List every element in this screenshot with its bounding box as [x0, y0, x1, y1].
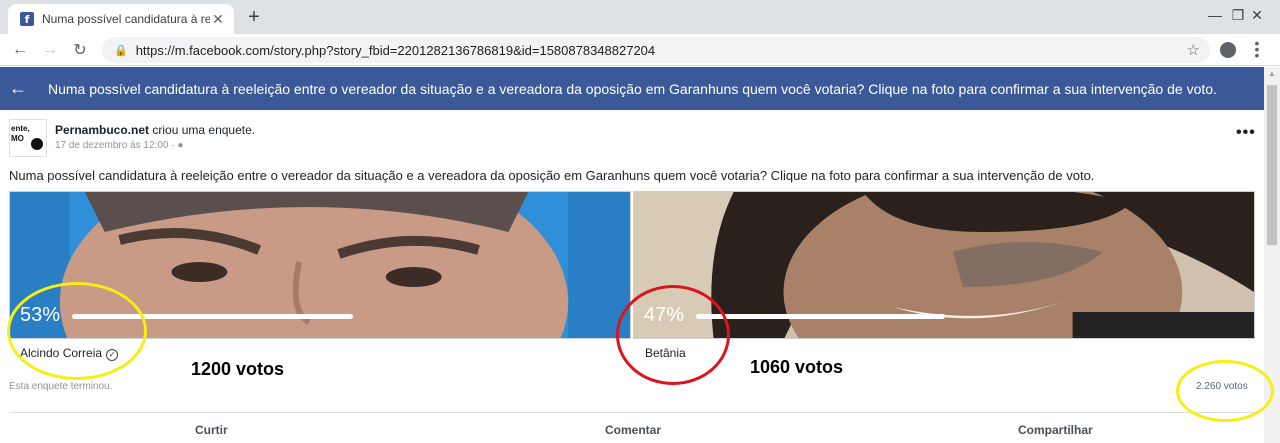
scroll-up-icon[interactable]: ▲: [1268, 69, 1276, 78]
option-2-votes-annotation: 1060 votos: [750, 357, 844, 377]
poll-status: Esta enquete terminou.: [9, 381, 113, 392]
back-arrow-icon[interactable]: ←: [8, 38, 32, 62]
poll-post: ente, MO Pernambuco.net criou uma enquet…: [0, 110, 1274, 443]
browser-toolbar: ← → ↻ 🔒 https://m.facebook.com/story.php…: [0, 34, 1280, 66]
header-title: Numa possível candidatura à reeleição en…: [48, 80, 1217, 97]
post-meta: 17 de dezembro às 12:00 · ●: [55, 140, 183, 151]
yellow-annotation-circle-left: [7, 282, 147, 380]
browser-menu-icon[interactable]: • • •: [1252, 36, 1262, 62]
browser-tab[interactable]: f Numa possível candidatura à ree ✕: [8, 4, 234, 34]
tab-close-icon[interactable]: ✕: [210, 11, 226, 28]
account-icon[interactable]: [1220, 42, 1236, 58]
url-text: https://m.facebook.com/story.php?story_f…: [135, 42, 656, 58]
avatar-logo-dot: [31, 138, 43, 150]
reload-icon[interactable]: ↻: [68, 38, 92, 62]
scrollbar-thumb[interactable]: [1267, 85, 1277, 245]
post-date[interactable]: 17 de dezembro às 12:00 ·: [55, 140, 175, 151]
bookmark-star-icon[interactable]: ☆: [1187, 41, 1200, 59]
forward-arrow-icon[interactable]: →: [38, 38, 62, 62]
new-tab-button[interactable]: +: [244, 6, 264, 29]
more-options-icon[interactable]: •••: [1236, 124, 1256, 142]
avatar-text: ente, MO: [11, 124, 30, 143]
avatar[interactable]: ente, MO: [9, 119, 47, 157]
lock-icon: 🔒: [114, 44, 128, 57]
header-back-arrow-icon[interactable]: ←: [0, 78, 36, 99]
option-1-votes-annotation: 1200 votos: [191, 359, 285, 379]
author-name[interactable]: Pernambuco.net: [55, 123, 149, 137]
facebook-header: ← Numa possível candidatura à reeleição …: [0, 67, 1264, 110]
post-author-line: Pernambuco.net criou uma enquete.: [55, 123, 255, 137]
post-text: Numa possível candidatura à reeleição en…: [9, 168, 1095, 183]
globe-icon: ●: [177, 140, 184, 151]
option-2-result-bar: [696, 314, 945, 319]
red-annotation-circle: [616, 285, 730, 385]
comment-button[interactable]: Comentar: [605, 423, 661, 437]
address-bar[interactable]: 🔒 https://m.facebook.com/story.php?story…: [102, 37, 1210, 63]
yellow-annotation-circle-right: [1176, 360, 1274, 422]
action-divider: [9, 412, 1255, 413]
window-close-button[interactable]: ✕: [1234, 0, 1280, 30]
share-button[interactable]: Compartilhar: [1018, 423, 1093, 437]
browser-tab-bar: f Numa possível candidatura à ree ✕ + — …: [0, 0, 1280, 34]
facebook-favicon-icon: f: [20, 12, 34, 26]
tab-title: Numa possível candidatura à ree: [42, 12, 210, 26]
like-button[interactable]: Curtir: [195, 423, 228, 437]
author-action: criou uma enquete.: [152, 123, 256, 137]
